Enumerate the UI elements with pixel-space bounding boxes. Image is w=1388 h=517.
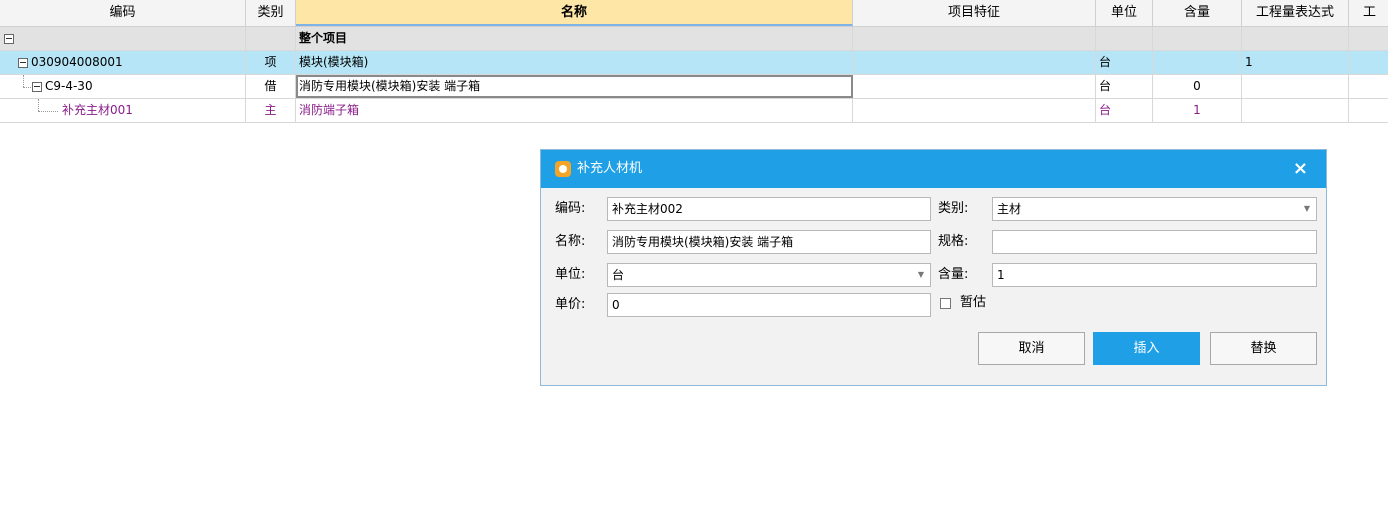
row-name-cell[interactable]: 模块(模块箱) bbox=[296, 51, 853, 74]
qty-label: 含量: bbox=[938, 267, 969, 282]
dropdown-icon[interactable]: ▼ bbox=[918, 264, 924, 286]
row-qty-cell[interactable]: 0 bbox=[1153, 75, 1242, 98]
row-expr-cell[interactable] bbox=[1242, 99, 1349, 122]
table-row[interactable]: C9-4-30 借 消防专用模块(模块箱)安装 端子箱 台 0 bbox=[0, 75, 1388, 99]
table-row[interactable]: 整个项目 bbox=[0, 27, 1388, 51]
header-expr[interactable]: 工程量表达式 bbox=[1242, 0, 1349, 26]
row-feature-cell[interactable] bbox=[853, 27, 1096, 50]
replace-button[interactable]: 替换 bbox=[1210, 332, 1317, 365]
row-unit-cell[interactable]: 台 bbox=[1096, 51, 1153, 74]
code-label: 编码: bbox=[555, 201, 586, 216]
estimate-label[interactable]: 暂估 bbox=[960, 291, 986, 315]
grid-header: 编码 类别 名称 项目特征 单位 含量 工程量表达式 工 bbox=[0, 0, 1388, 27]
row-type-cell[interactable] bbox=[246, 27, 296, 50]
code-field[interactable]: 补充主材002 bbox=[607, 197, 931, 221]
row-qty-cell[interactable]: 1 bbox=[1153, 99, 1242, 122]
collapse-icon[interactable] bbox=[18, 57, 28, 68]
insert-button[interactable]: 插入 bbox=[1093, 332, 1200, 365]
row-code-cell[interactable]: 030904008001 bbox=[0, 51, 246, 74]
row-name-cell[interactable]: 整个项目 bbox=[296, 27, 853, 50]
category-value: 主材 bbox=[997, 202, 1022, 216]
row-expr-cell[interactable] bbox=[1242, 75, 1349, 98]
header-type[interactable]: 类别 bbox=[246, 0, 296, 26]
unit-value: 台 bbox=[612, 268, 625, 282]
dropdown-icon[interactable]: ▼ bbox=[1304, 198, 1310, 220]
row-unit-cell[interactable]: 台 bbox=[1096, 99, 1153, 122]
row-qty-cell[interactable] bbox=[1153, 51, 1242, 74]
header-unit[interactable]: 单位 bbox=[1096, 0, 1153, 26]
row-feature-cell[interactable] bbox=[853, 99, 1096, 122]
supplement-material-dialog: 补充人材机 × 编码: 补充主材002 类别: 主材 ▼ 名称: 消防专用模块(… bbox=[540, 149, 1327, 386]
header-code[interactable]: 编码 bbox=[0, 0, 246, 26]
row-code-cell[interactable]: 补充主材001 bbox=[0, 99, 246, 122]
cancel-button[interactable]: 取消 bbox=[978, 332, 1085, 365]
dialog-title-bar[interactable]: 补充人材机 × bbox=[541, 150, 1326, 188]
row-type-cell[interactable]: 借 bbox=[246, 75, 296, 98]
header-feature[interactable]: 项目特征 bbox=[853, 0, 1096, 26]
row-expr-cell[interactable]: 1 bbox=[1242, 51, 1349, 74]
row-type-cell[interactable]: 项 bbox=[246, 51, 296, 74]
dialog-title: 补充人材机 bbox=[577, 161, 643, 176]
table-row[interactable]: 补充主材001 主 消防端子箱 台 1 bbox=[0, 99, 1388, 123]
budget-grid: 编码 类别 名称 项目特征 单位 含量 工程量表达式 工 整个项目 030904… bbox=[0, 0, 1388, 124]
collapse-icon[interactable] bbox=[32, 81, 42, 92]
estimate-checkbox[interactable] bbox=[940, 298, 951, 309]
collapse-icon[interactable] bbox=[4, 33, 14, 44]
qty-field[interactable]: 1 bbox=[992, 263, 1317, 287]
category-label: 类别: bbox=[938, 201, 969, 216]
close-icon[interactable]: × bbox=[1293, 150, 1308, 188]
row-code-cell[interactable]: C9-4-30 bbox=[0, 75, 246, 98]
spec-field[interactable] bbox=[992, 230, 1317, 254]
row-qty-cell[interactable] bbox=[1153, 27, 1242, 50]
row-type-cell[interactable]: 主 bbox=[246, 99, 296, 122]
header-name[interactable]: 名称 bbox=[296, 0, 853, 26]
row-feature-cell[interactable] bbox=[853, 51, 1096, 74]
row-unit-cell[interactable]: 台 bbox=[1096, 75, 1153, 98]
unit-select[interactable]: 台 ▼ bbox=[607, 263, 931, 287]
row-name-cell[interactable]: 消防端子箱 bbox=[296, 99, 853, 122]
header-qty[interactable]: 含量 bbox=[1153, 0, 1242, 26]
spec-label: 规格: bbox=[938, 234, 969, 249]
row-name-cell[interactable]: 消防专用模块(模块箱)安装 端子箱 bbox=[296, 75, 853, 98]
price-field[interactable]: 0 bbox=[607, 293, 931, 317]
price-label: 单价: bbox=[555, 297, 586, 312]
category-select[interactable]: 主材 ▼ bbox=[992, 197, 1317, 221]
name-label: 名称: bbox=[555, 234, 586, 249]
app-icon bbox=[555, 161, 571, 177]
header-next[interactable]: 工 bbox=[1349, 0, 1388, 26]
row-expr-cell[interactable] bbox=[1242, 27, 1349, 50]
row-code-cell[interactable] bbox=[0, 27, 246, 50]
row-feature-cell[interactable] bbox=[853, 75, 1096, 98]
row-unit-cell[interactable] bbox=[1096, 27, 1153, 50]
name-field[interactable]: 消防专用模块(模块箱)安装 端子箱 bbox=[607, 230, 931, 254]
unit-label: 单位: bbox=[555, 267, 586, 282]
table-row[interactable]: 030904008001 项 模块(模块箱) 台 1 bbox=[0, 51, 1388, 75]
